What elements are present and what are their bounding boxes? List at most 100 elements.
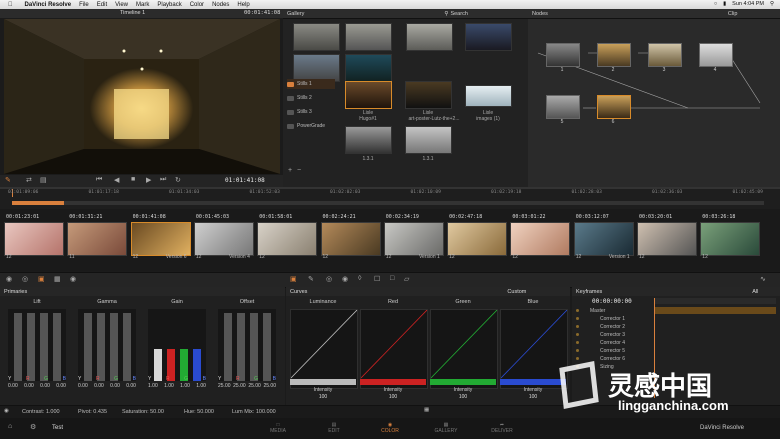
still-thumbnail[interactable]: [465, 85, 512, 107]
pencil-icon[interactable]: ✎: [5, 176, 11, 184]
channel-bar[interactable]: [250, 312, 258, 381]
channel-bar[interactable]: [84, 312, 92, 381]
tab-gallery[interactable]: ▦ GALLERY: [426, 422, 466, 434]
skip-forward-icon[interactable]: ⏭: [160, 176, 166, 184]
tab-color[interactable]: ◉ COLOR: [370, 422, 410, 434]
loop-icon[interactable]: ↻: [175, 176, 181, 184]
clip-mode[interactable]: Clip: [728, 11, 737, 17]
node-5[interactable]: [546, 95, 580, 119]
wheel-bars[interactable]: [78, 309, 136, 381]
intensity-value[interactable]: 100: [290, 394, 356, 400]
curve-editor[interactable]: [360, 309, 428, 389]
window-icon[interactable]: ◎: [326, 275, 332, 283]
key-icon[interactable]: ☐: [374, 275, 380, 283]
memory-still[interactable]: [293, 54, 340, 82]
memory-still[interactable]: [465, 23, 512, 51]
blur-icon[interactable]: ◊: [358, 275, 361, 282]
keyframe-dot-icon[interactable]: [576, 317, 579, 320]
wifi-icon[interactable]: ○: [714, 1, 717, 7]
keyframe-dot-icon[interactable]: [576, 325, 579, 328]
curves-icon[interactable]: ▣: [290, 275, 297, 283]
settings-icon[interactable]: ⚙: [30, 423, 36, 431]
color-wheels-icon[interactable]: ◉: [6, 275, 12, 283]
channel-bar[interactable]: [110, 312, 118, 381]
channel-bar[interactable]: [237, 312, 245, 381]
stop-icon[interactable]: ■: [131, 176, 135, 183]
play-icon[interactable]: ▶: [146, 176, 151, 184]
status-icon[interactable]: ◉: [4, 408, 9, 414]
still-thumbnail[interactable]: [345, 126, 392, 154]
apple-icon[interactable]: : [8, 2, 13, 8]
album-stills-3[interactable]: Stills 3: [287, 107, 335, 117]
keyframe-row[interactable]: Master: [576, 307, 605, 314]
wheel-value[interactable]: 0.00: [40, 383, 50, 389]
tab-media[interactable]: □ MEDIA: [258, 422, 298, 434]
wheel-bars[interactable]: [218, 309, 276, 381]
saturation-value[interactable]: Saturation: 50.00: [122, 409, 164, 415]
memory-still[interactable]: [345, 23, 392, 51]
clip-item[interactable]: 00:01:23:01 12: [4, 214, 64, 260]
clip-item[interactable]: 00:01:31:21 11: [67, 214, 128, 260]
remove-icon[interactable]: −: [297, 167, 301, 174]
wheel-value[interactable]: 25.00: [263, 383, 276, 389]
intensity-slider[interactable]: [290, 379, 356, 385]
clip-item[interactable]: 00:01:58:01 12: [257, 214, 318, 260]
keyframe-row[interactable]: Corrector 2: [576, 323, 625, 330]
keyframe-dot-icon[interactable]: [576, 333, 579, 336]
menu-nodes[interactable]: Nodes: [212, 2, 229, 8]
album-powergrade[interactable]: PowerGrade: [287, 121, 335, 131]
wheel-value[interactable]: 0.00: [126, 383, 136, 389]
tab-deliver[interactable]: ➦ DELIVER: [482, 422, 522, 434]
album-stills-1[interactable]: Stills 1: [287, 79, 335, 89]
tracker-icon[interactable]: ◉: [342, 275, 348, 283]
channel-bar[interactable]: [27, 312, 35, 381]
channel-bar[interactable]: [263, 312, 271, 381]
still-thumbnail[interactable]: [345, 81, 392, 109]
keyframe-row[interactable]: Corrector 1: [576, 315, 625, 322]
intensity-value[interactable]: 100: [360, 394, 426, 400]
wheel-bars[interactable]: [148, 309, 206, 381]
master-track[interactable]: [654, 307, 776, 314]
memory-still[interactable]: [406, 23, 453, 51]
intensity-slider[interactable]: [360, 379, 426, 385]
qualifier-icon[interactable]: ✎: [308, 275, 314, 283]
pivot-value[interactable]: Pivot: 0.435: [78, 409, 107, 415]
clip-item[interactable]: 00:02:24:21 12: [320, 214, 381, 260]
memory-still[interactable]: [293, 23, 340, 51]
keyframe-dot-icon[interactable]: [576, 349, 579, 352]
3d-icon[interactable]: ▱: [404, 275, 409, 283]
keyframe-row[interactable]: Corrector 5: [576, 347, 625, 354]
search-icon[interactable]: ⚲: [444, 11, 448, 17]
clip-item[interactable]: 00:03:01:22 12: [510, 214, 571, 260]
project-manager-icon[interactable]: ⌂: [8, 423, 12, 430]
lum-mix-value[interactable]: Lum Mix: 100.000: [232, 409, 276, 415]
wheel-value[interactable]: 25.00: [218, 383, 231, 389]
node-3[interactable]: [648, 43, 682, 67]
wheel-value[interactable]: 0.00: [56, 383, 66, 389]
wheel-value[interactable]: 25.00: [248, 383, 261, 389]
wheel-bars[interactable]: [8, 309, 66, 381]
wheel-value[interactable]: 0.00: [24, 383, 34, 389]
wheel-value[interactable]: 1.00: [148, 383, 158, 389]
node-editor[interactable]: Nodes Clip 1 2 3 4 5 6: [528, 9, 780, 187]
waveform-icon[interactable]: ∿: [760, 275, 766, 283]
hue-value[interactable]: Hue: 50.000: [184, 409, 214, 415]
keyframes-filter[interactable]: All: [752, 289, 758, 295]
keyframe-row[interactable]: Corrector 3: [576, 331, 625, 338]
bypass-icon[interactable]: ▤: [40, 176, 47, 184]
video-viewer[interactable]: [4, 19, 280, 174]
wheel-value[interactable]: 0.00: [94, 383, 104, 389]
step-back-icon[interactable]: ◀: [114, 176, 119, 184]
channel-bar[interactable]: [224, 312, 232, 381]
menu-view[interactable]: View: [115, 2, 128, 8]
wheel-value[interactable]: 0.00: [78, 383, 88, 389]
wheel-value[interactable]: 0.00: [110, 383, 120, 389]
node-6-selected[interactable]: [597, 95, 631, 119]
sizing-icon[interactable]: □: [390, 275, 394, 282]
contrast-value[interactable]: Contrast: 1.000: [22, 409, 60, 415]
clip-item[interactable]: 00:01:41:08 12 Version 6: [130, 214, 191, 260]
keyframe-ruler[interactable]: [654, 298, 776, 304]
channel-bar[interactable]: [97, 312, 105, 381]
clip-item[interactable]: 00:03:12:07 12 Version 1: [573, 214, 634, 260]
primaries-icon[interactable]: ▣: [38, 275, 45, 283]
